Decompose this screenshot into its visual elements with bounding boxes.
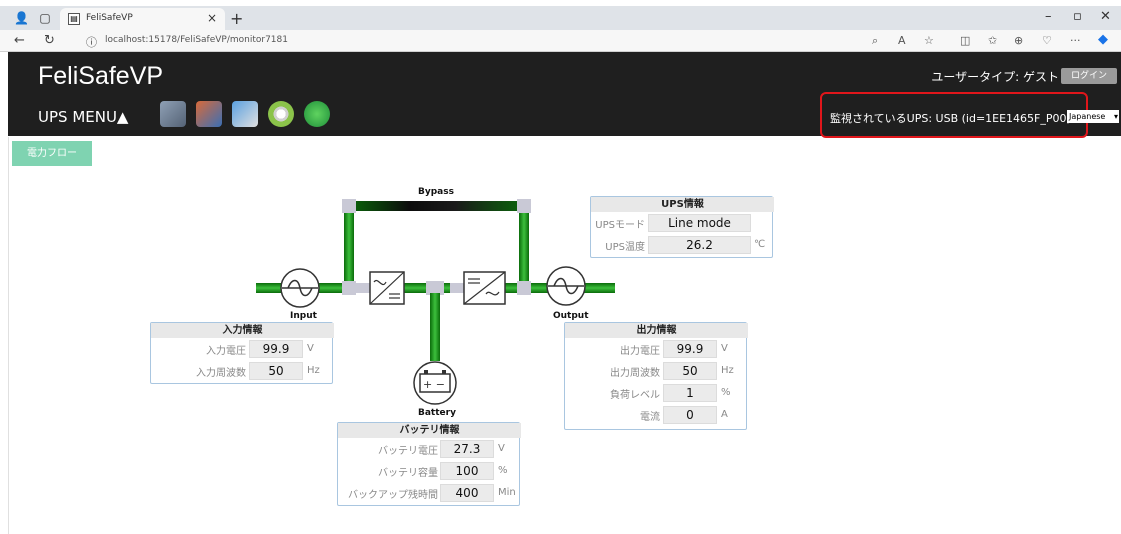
- browser-tab-bar: 👤 ▢ ▤ FeliSafeVP × + – ▫ ✕: [0, 6, 1121, 30]
- user-type-text: ユーザータイプ: ゲスト: [931, 70, 1059, 84]
- ups-info-panel: UPS情報 UPSモード Line mode UPS温度 26.2 ℃: [590, 196, 774, 258]
- input-voltage-unit: V: [307, 343, 314, 354]
- battery-voltage-label: バッテリ電圧: [378, 446, 438, 457]
- ups-temp-label: UPS温度: [605, 242, 645, 253]
- brand-title: FeliSafeVP: [38, 62, 164, 90]
- refresh-icon[interactable]: [304, 101, 330, 127]
- load-level-value: 1: [663, 384, 717, 402]
- input-label: Input: [290, 311, 317, 321]
- new-tab-button[interactable]: +: [230, 9, 243, 28]
- language-value: Japanese: [1069, 112, 1106, 121]
- bypass-left-vertical: [344, 205, 354, 289]
- more-icon[interactable]: ···: [1070, 34, 1081, 47]
- ups-menu-button[interactable]: UPS MENU▲: [38, 108, 128, 126]
- battery-voltage-value: 27.3: [440, 440, 494, 458]
- settings-icon[interactable]: [232, 101, 258, 127]
- output-voltage-label: 出力電圧: [620, 346, 660, 357]
- input-frequency-value: 50: [249, 362, 303, 380]
- language-select[interactable]: Japanese ▾: [1067, 110, 1119, 123]
- bypass-corner-right: [517, 199, 531, 213]
- tab-actions-icon[interactable]: ▢: [38, 11, 52, 25]
- monitored-ups-text: 監視されているUPS: USB (id=1EE1465F_P00): [830, 112, 1071, 125]
- site-info-icon[interactable]: ⓘ: [86, 34, 97, 50]
- battery-voltage-unit: V: [498, 443, 505, 454]
- address-bar-row: ← ↻ ⓘ localhost:15178/FeliSafeVP/monitor…: [0, 30, 1121, 52]
- content-left-border: [8, 137, 9, 534]
- tab-close-icon[interactable]: ×: [207, 11, 217, 25]
- bypass-corner-left: [342, 199, 356, 213]
- load-level-unit: %: [721, 387, 731, 398]
- input-frequency-label: 入力周波数: [196, 368, 246, 379]
- panel-title: UPS情報: [591, 197, 774, 212]
- ups-temp-value: 26.2: [648, 236, 751, 254]
- ups-temp-unit: ℃: [754, 239, 766, 250]
- battery-label: Battery: [418, 408, 456, 418]
- favorites-icon[interactable]: ✩: [988, 34, 997, 47]
- monitor-icon[interactable]: [160, 101, 186, 127]
- chevron-down-icon: ▾: [1113, 112, 1118, 121]
- current-unit: A: [721, 409, 728, 420]
- copilot-extension-icon[interactable]: ♡: [1042, 34, 1052, 47]
- tab-power-flow[interactable]: 電力フロー: [12, 141, 92, 166]
- output-frequency-unit: Hz: [721, 365, 734, 376]
- url-field[interactable]: localhost:15178/FeliSafeVP/monitor7181: [105, 35, 288, 45]
- backup-time-label: バックアップ残時間: [348, 490, 438, 501]
- load-level-label: 負荷レベル: [610, 390, 660, 401]
- battery-line: [430, 293, 440, 361]
- battery-capacity-label: バッテリ容量: [378, 468, 438, 479]
- output-label: Output: [553, 311, 589, 321]
- split-screen-icon[interactable]: ◫: [960, 34, 970, 47]
- bypass-line: [345, 201, 529, 211]
- battery-capacity-value: 100: [440, 462, 494, 480]
- input-frequency-unit: Hz: [307, 365, 320, 376]
- ups-mode-label: UPSモード: [595, 220, 645, 231]
- battery-capacity-unit: %: [498, 465, 508, 476]
- tab-title: FeliSafeVP: [86, 13, 133, 23]
- restore-icon[interactable]: ▫: [1073, 9, 1082, 24]
- ups-mode-value: Line mode: [648, 214, 751, 232]
- favorite-icon[interactable]: ☆: [924, 34, 934, 47]
- svg-text:+ −: + −: [423, 378, 445, 391]
- backup-time-value: 400: [440, 484, 494, 502]
- current-label: 電流: [640, 412, 660, 423]
- profile-icon[interactable]: 👤: [14, 11, 29, 25]
- panel-title: 出力情報: [565, 323, 748, 338]
- input-voltage-value: 99.9: [249, 340, 303, 358]
- browser-tab[interactable]: ▤ FeliSafeVP ×: [60, 8, 225, 30]
- browser-essentials-icon[interactable]: ⊕: [1014, 34, 1023, 47]
- panel-title: 入力情報: [151, 323, 334, 338]
- output-voltage-value: 99.9: [663, 340, 717, 358]
- bypass-label: Bypass: [418, 187, 454, 197]
- backup-time-unit: Min: [498, 487, 516, 498]
- history-icon[interactable]: [196, 101, 222, 127]
- login-button[interactable]: ログイン: [1061, 68, 1117, 84]
- input-voltage-label: 入力電圧: [206, 346, 246, 357]
- reload-icon[interactable]: ↻: [44, 33, 55, 48]
- minimize-icon[interactable]: –: [1045, 9, 1052, 24]
- bypass-right-vertical: [519, 205, 529, 289]
- search-icon[interactable]: ⌕: [872, 34, 878, 48]
- app-header: FeliSafeVP ユーザータイプ: ゲスト ログイン UPS MENU▲ 監…: [8, 52, 1121, 138]
- close-window-icon[interactable]: ✕: [1100, 9, 1111, 24]
- battery-info-panel: バッテリ情報 バッテリ電圧 27.3 V バッテリ容量 100 % バックアップ…: [337, 422, 521, 506]
- read-aloud-icon[interactable]: A: [898, 34, 906, 47]
- input-info-panel: 入力情報 入力電圧 99.9 V 入力周波数 50 Hz: [150, 322, 334, 384]
- output-info-panel: 出力情報 出力電圧 99.9 V 出力周波数 50 Hz 負荷レベル 1 % 電…: [564, 322, 748, 430]
- panel-title: バッテリ情報: [338, 423, 521, 438]
- current-value: 0: [663, 406, 717, 424]
- output-frequency-value: 50: [663, 362, 717, 380]
- back-icon[interactable]: ←: [14, 33, 25, 48]
- copilot-icon[interactable]: ◆: [1098, 32, 1108, 47]
- test-icon[interactable]: [268, 101, 294, 127]
- output-frequency-label: 出力周波数: [610, 368, 660, 379]
- output-voltage-unit: V: [721, 343, 728, 354]
- favicon-icon: ▤: [68, 13, 80, 25]
